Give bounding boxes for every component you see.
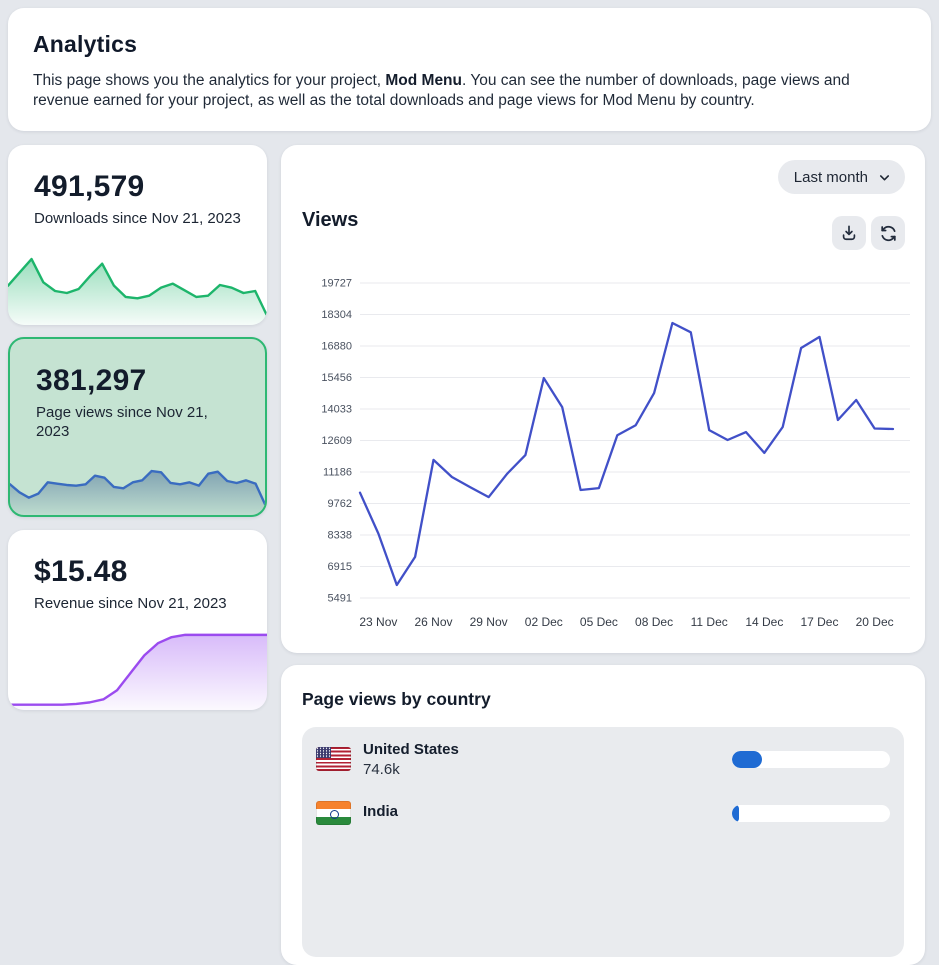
downloads-count: 491,579 [34, 170, 267, 204]
page-description: This page shows you the analytics for yo… [33, 71, 905, 110]
country-progress-fill [732, 805, 739, 822]
country-progress-bar [732, 805, 890, 822]
download-icon [839, 223, 859, 243]
revenue-sparkline [8, 628, 267, 710]
revenue-label: Revenue since Nov 21, 2023 [34, 594, 243, 613]
country-views-panel: Page views by country United States 74.6… [281, 665, 925, 965]
analytics-header-card: Analytics This page shows you the analyt… [8, 8, 931, 131]
downloads-sparkline [8, 253, 267, 325]
range-selector-button[interactable]: Last month [778, 160, 905, 194]
svg-text:23 Nov: 23 Nov [359, 615, 397, 629]
chart-title: Views [302, 209, 358, 232]
stat-card-page-views[interactable]: 381,297 Page views since Nov 21, 2023 [8, 337, 267, 517]
svg-text:6915: 6915 [328, 561, 352, 573]
stat-card-revenue[interactable]: $15.48 Revenue since Nov 21, 2023 [8, 530, 267, 710]
svg-text:14033: 14033 [321, 404, 352, 416]
svg-text:02 Dec: 02 Dec [525, 615, 563, 629]
country-progress-bar [732, 751, 890, 768]
us-flag-icon [316, 747, 351, 771]
chart-toolbar [832, 216, 905, 250]
description-text: This page shows you the analytics for yo… [33, 72, 385, 89]
svg-text:05 Dec: 05 Dec [580, 615, 618, 629]
country-panel-title: Page views by country [302, 689, 491, 710]
svg-text:5491: 5491 [328, 593, 352, 605]
svg-text:26 Nov: 26 Nov [415, 615, 453, 629]
revenue-amount: $15.48 [34, 555, 267, 589]
svg-text:20 Dec: 20 Dec [856, 615, 894, 629]
page-title: Analytics [33, 31, 931, 58]
svg-text:12609: 12609 [321, 435, 352, 447]
refresh-chart-button[interactable] [871, 216, 905, 250]
svg-text:11 Dec: 11 Dec [691, 615, 728, 629]
country-progress-fill [732, 751, 762, 768]
country-row-india: India [316, 786, 890, 840]
svg-text:19727: 19727 [321, 278, 352, 290]
svg-text:9762: 9762 [328, 498, 352, 510]
india-flag-icon [316, 801, 351, 825]
svg-text:15456: 15456 [321, 372, 352, 384]
stat-card-downloads[interactable]: 491,579 Downloads since Nov 21, 2023 [8, 145, 267, 325]
country-list: United States 74.6k India [302, 727, 904, 957]
country-page-views: 74.6k [363, 761, 459, 778]
download-chart-button[interactable] [832, 216, 866, 250]
range-selector-label: Last month [794, 169, 868, 186]
svg-text:18304: 18304 [321, 309, 352, 321]
downloads-label: Downloads since Nov 21, 2023 [34, 209, 243, 228]
svg-text:14 Dec: 14 Dec [745, 615, 783, 629]
svg-text:08 Dec: 08 Dec [635, 615, 673, 629]
refresh-icon [878, 223, 899, 244]
country-name: United States [363, 741, 459, 758]
svg-text:29 Nov: 29 Nov [470, 615, 508, 629]
svg-text:8338: 8338 [328, 530, 352, 542]
svg-text:11186: 11186 [323, 467, 352, 479]
page-views-count: 381,297 [36, 364, 265, 398]
svg-text:17 Dec: 17 Dec [800, 615, 838, 629]
page-views-label: Page views since Nov 21, 2023 [36, 403, 241, 441]
views-line-chart: 19727 18304 16880 15456 14033 12609 11186 9762 8… [281, 145, 925, 653]
project-name: Mod Menu [385, 72, 462, 89]
views-chart-panel: Last month Views 19727 18304 16880 15456 140… [281, 145, 925, 653]
page-views-sparkline [10, 443, 265, 515]
chevron-down-icon [877, 170, 892, 185]
country-name: India [363, 803, 398, 820]
country-row-united-states: United States 74.6k [316, 732, 890, 786]
svg-text:16880: 16880 [321, 341, 352, 353]
